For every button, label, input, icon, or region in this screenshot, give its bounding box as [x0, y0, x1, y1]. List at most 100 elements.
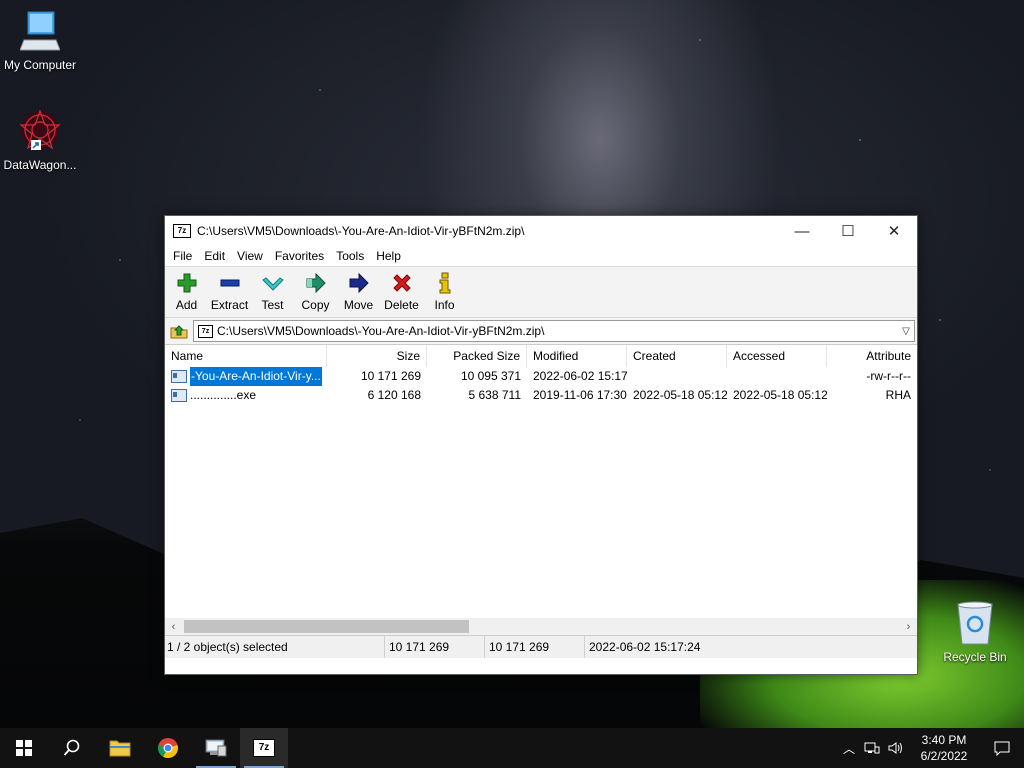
file-packed-size: 5 638 711	[468, 388, 522, 402]
minimize-button[interactable]: —	[779, 216, 825, 246]
copy-button[interactable]: Copy	[294, 267, 337, 317]
7zip-app-icon: 7z	[173, 224, 191, 238]
notifications-button[interactable]	[980, 740, 1024, 756]
scroll-thumb[interactable]	[184, 620, 469, 633]
folder-icon	[109, 740, 131, 757]
x-icon	[392, 274, 411, 292]
folder-up-icon	[170, 325, 188, 339]
move-label: Move	[343, 298, 374, 312]
windows-logo-icon	[16, 740, 32, 756]
arrow-right-icon	[349, 272, 369, 294]
datawagon-logo-icon	[19, 109, 61, 150]
file-name-cell: ..............exe	[165, 386, 327, 405]
notification-icon	[994, 741, 1010, 756]
menu-tools[interactable]: Tools	[330, 249, 370, 263]
volume-icon[interactable]	[884, 741, 908, 755]
title-bar[interactable]: 7z C:\Users\VM5\Downloads\-You-Are-An-Id…	[165, 216, 917, 246]
chrome-icon	[158, 738, 178, 759]
clock-time: 3:40 PM	[921, 733, 967, 747]
status-packed-size: 10 171 269	[485, 636, 585, 658]
menu-favorites[interactable]: Favorites	[269, 249, 330, 263]
scroll-track[interactable]	[182, 620, 900, 633]
desktop-icon-datawagon[interactable]: DataWagon...	[0, 108, 80, 172]
column-header-attribute[interactable]: Attribute	[827, 345, 917, 367]
column-header-name[interactable]: Name	[165, 345, 327, 367]
taskbar-control-panel[interactable]	[192, 728, 240, 768]
column-headers: Name Size Packed Size Modified Created A…	[165, 345, 917, 367]
file-created: 2022-05-18 05:12	[633, 388, 727, 402]
system-tray: ︿ 3:40 PM 6/2/2022	[838, 728, 1024, 768]
column-header-size[interactable]: Size	[327, 345, 427, 367]
status-bar: 1 / 2 object(s) selected 10 171 269 10 1…	[165, 635, 917, 658]
chevron-down-icon[interactable]: ▽	[898, 326, 914, 337]
file-name: ..............exe	[190, 388, 257, 402]
column-header-packed-size[interactable]: Packed Size	[427, 345, 527, 367]
menu-help[interactable]: Help	[370, 249, 407, 263]
menu-edit[interactable]: Edit	[198, 249, 231, 263]
desktop-icon-label: Recycle Bin	[943, 650, 1007, 664]
control-panel-icon	[205, 739, 227, 757]
copy-label: Copy	[301, 298, 330, 312]
chevron-up-icon[interactable]: ︿	[838, 740, 860, 757]
search-button[interactable]	[48, 728, 96, 768]
menu-view[interactable]: View	[231, 249, 269, 263]
table-row[interactable]: ..............exe 6 120 168 5 638 711 20…	[165, 386, 917, 405]
file-attribute: -rw-r--r--	[866, 369, 911, 383]
delete-label: Delete	[384, 298, 419, 312]
file-attribute: RHA	[885, 388, 911, 402]
path-text: C:\Users\VM5\Downloads\-You-Are-An-Idiot…	[217, 324, 545, 338]
7zip-icon: 7z	[253, 739, 275, 757]
extract-button[interactable]: Extract	[208, 267, 251, 317]
taskbar-clock[interactable]: 3:40 PM 6/2/2022	[908, 732, 980, 764]
column-header-created[interactable]: Created	[627, 345, 727, 367]
info-button[interactable]: Info	[423, 267, 466, 317]
taskbar-7zip[interactable]: 7z	[240, 728, 288, 768]
file-list: Name Size Packed Size Modified Created A…	[165, 345, 917, 635]
column-header-accessed[interactable]: Accessed	[727, 345, 827, 367]
network-icon[interactable]	[860, 741, 884, 755]
desktop-icon-label: DataWagon...	[3, 158, 77, 172]
status-modified: 2022-06-02 15:17:24	[589, 640, 701, 654]
horizontal-scrollbar[interactable]: ‹ ›	[165, 618, 917, 635]
archive-icon: 7z	[198, 324, 213, 338]
desktop-icon-my-computer[interactable]: My Computer	[0, 10, 80, 72]
window-title: C:\Users\VM5\Downloads\-You-Are-An-Idiot…	[197, 224, 525, 238]
address-bar: 7z C:\Users\VM5\Downloads\-You-Are-An-Id…	[165, 318, 917, 345]
file-size: 6 120 168	[367, 388, 421, 402]
double-arrow-icon	[306, 272, 326, 294]
delete-button[interactable]: Delete	[380, 267, 423, 317]
clock-date: 6/2/2022	[920, 749, 968, 763]
file-name-cell: -You-Are-An-Idiot-Vir-y...	[165, 367, 327, 386]
file-created	[627, 367, 727, 386]
plus-icon	[177, 273, 196, 293]
scroll-right-icon[interactable]: ›	[900, 621, 917, 633]
file-modified: 2022-06-02 15:17	[533, 369, 627, 383]
move-button[interactable]: Move	[337, 267, 380, 317]
folder-up-button[interactable]	[165, 319, 193, 343]
add-label: Add	[175, 298, 198, 312]
add-button[interactable]: Add	[165, 267, 208, 317]
taskbar: 7z ︿ 3:40 PM 6/2/2022	[0, 728, 1024, 768]
taskbar-file-explorer[interactable]	[96, 728, 144, 768]
test-button[interactable]: Test	[251, 267, 294, 317]
status-selection: 1 / 2 object(s) selected	[165, 636, 385, 658]
table-row[interactable]: -You-Are-An-Idiot-Vir-y... 10 171 269 10…	[165, 367, 917, 386]
desktop-icon-label: My Computer	[3, 58, 77, 72]
file-icon	[171, 370, 187, 383]
start-button[interactable]	[0, 728, 48, 768]
check-icon	[261, 277, 284, 291]
maximize-button[interactable]: ☐	[825, 216, 871, 246]
desktop-icon-recycle-bin[interactable]: Recycle Bin	[935, 600, 1015, 664]
file-accessed	[727, 367, 827, 386]
path-combobox[interactable]: 7z C:\Users\VM5\Downloads\-You-Are-An-Id…	[193, 320, 915, 342]
taskbar-chrome[interactable]	[144, 728, 192, 768]
menu-bar: File Edit View Favorites Tools Help	[165, 246, 917, 267]
close-button[interactable]: ✕	[871, 216, 917, 246]
scroll-left-icon[interactable]: ‹	[165, 621, 182, 633]
menu-file[interactable]: File	[167, 249, 198, 263]
column-header-modified[interactable]: Modified	[527, 345, 627, 367]
file-accessed: 2022-05-18 05:12	[733, 388, 827, 402]
file-size: 10 171 269	[360, 369, 421, 383]
info-label: Info	[434, 298, 455, 312]
search-icon	[63, 739, 80, 756]
